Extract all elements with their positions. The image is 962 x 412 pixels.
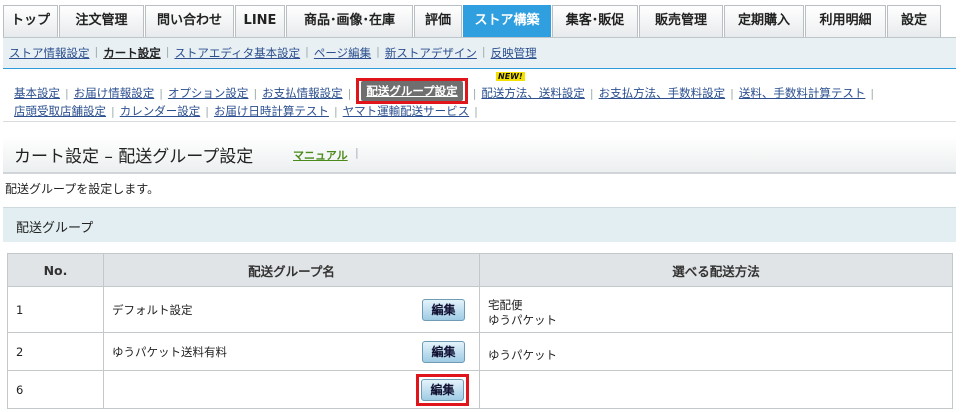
delivery-method: 宅配便	[488, 298, 523, 312]
section-header: 配送グループ	[3, 207, 956, 242]
edit-button[interactable]: 編集	[422, 340, 465, 363]
tab-1[interactable]: 注文管理	[59, 5, 144, 37]
active-link-highlight: 配送グループ設定	[356, 78, 468, 104]
table-row: 1 デフォルト設定 編集 宅配便 ゆうパケット	[7, 286, 953, 333]
cart-link-separator: |	[333, 104, 338, 118]
tab-10[interactable]: 利用明細	[805, 5, 886, 37]
cart-link-2[interactable]: オプション設定	[168, 85, 249, 101]
page-description: 配送グループを設定します。	[5, 182, 160, 196]
tab-9[interactable]: 定期購入	[724, 5, 804, 37]
cart-link-3[interactable]: お支払情報設定	[262, 85, 343, 101]
cart-link-separator: |	[347, 86, 352, 100]
cart-link-separator: |	[474, 104, 478, 118]
cart-link-0[interactable]: 基本設定	[14, 85, 60, 101]
edit-button[interactable]: 編集	[421, 378, 464, 401]
group-name-cell: ゆうパケット送料有料 編集	[103, 332, 480, 371]
cart-link-separator: |	[870, 86, 875, 100]
tab-5[interactable]: 評価	[414, 5, 462, 37]
methods-cell: 宅配便 ゆうパケット	[479, 286, 953, 333]
page-title: カート設定 – 配送グループ設定	[14, 147, 254, 167]
edit-button-highlight: 編集	[416, 373, 469, 406]
table-header-row: No. 配送グループ名 選べる配送方法	[7, 253, 953, 287]
sub-navigation: ストア情報設定 | カート設定 | ストアエディタ基本設定 | ページ編集 | 新ストアデザイン…	[3, 37, 956, 69]
tab-3[interactable]: LINE	[235, 5, 285, 37]
group-name: ゆうパケット送料有料	[112, 344, 227, 359]
group-name: デフォルト設定	[112, 302, 193, 317]
tab-11[interactable]: 設定	[887, 5, 941, 37]
cart-link-1[interactable]: お届け情報設定	[74, 85, 155, 101]
cart-link-separator: |	[65, 86, 69, 100]
section-title: 配送グループ	[16, 221, 94, 236]
cart-link-5[interactable]: 配送方法、送料設定	[481, 85, 585, 101]
subnav-separator: |	[94, 45, 99, 58]
tab-4[interactable]: 商品･画像･在庫	[286, 5, 413, 37]
delivery-method: ゆうパケット	[488, 347, 557, 362]
cart-link-3[interactable]: ヤマト運輸配送サービス	[343, 103, 470, 119]
cart-link-2[interactable]: お届け日時計算テスト	[214, 103, 329, 119]
cart-link-active[interactable]: 配送グループ設定	[361, 81, 463, 101]
tab-0[interactable]: トップ	[3, 5, 58, 37]
subnav-separator: |	[165, 45, 170, 58]
tab-8[interactable]: 販売管理	[639, 5, 723, 37]
subnav-separator: |	[305, 45, 309, 58]
row-number: 6	[7, 370, 104, 409]
subnav-separator: |	[481, 45, 486, 58]
manual-link[interactable]: マニュアル	[293, 147, 348, 163]
subnav-item-1[interactable]: カート設定	[103, 45, 161, 61]
cart-link-separator: |	[589, 86, 594, 100]
cart-link-separator: |	[730, 86, 734, 100]
main-tabs: トップ 注文管理 問い合わせ LINE 商品･画像･在庫 評価 ストア構築 集客･販促 販売管理…	[3, 5, 960, 37]
title-separator: |	[355, 146, 359, 159]
methods-cell	[479, 370, 953, 409]
col-header-name: 配送グループ名	[103, 253, 480, 287]
group-name-cell: 編集	[103, 370, 480, 409]
tab-7[interactable]: 集客･販促	[552, 5, 638, 37]
cart-link-0[interactable]: 店頭受取店舗設定	[14, 103, 106, 119]
subnav-item-0[interactable]: ストア情報設定	[9, 45, 90, 61]
subnav-item-2[interactable]: ストアエディタ基本設定	[174, 45, 300, 61]
page-title-bar: カート設定 – 配送グループ設定 マニュアル |	[3, 136, 956, 174]
table-row: 2 ゆうパケット送料有料 編集 ゆうパケット	[7, 332, 953, 371]
methods-cell: ゆうパケット	[479, 332, 953, 371]
cart-link-1[interactable]: カレンダー設定	[120, 103, 201, 119]
edit-button[interactable]: 編集	[422, 298, 465, 321]
subnav-item-5[interactable]: 反映管理	[491, 45, 537, 61]
cart-link-7[interactable]: 送料、手数料計算テスト	[739, 85, 866, 101]
delivery-group-table: No. 配送グループ名 選べる配送方法 1 デフォルト設定 編集 宅配便 ゆうパケット 2…	[7, 253, 953, 409]
cart-link-separator: |	[159, 86, 163, 100]
cart-link-separator: |	[253, 86, 258, 100]
subnav-item-3[interactable]: ページ編集	[314, 45, 371, 61]
subnav-item-4[interactable]: 新ストアデザイン	[385, 45, 477, 61]
delivery-method: ゆうパケット	[488, 313, 557, 327]
tab-2[interactable]: 問い合わせ	[145, 5, 234, 37]
subnav-separator: |	[376, 45, 380, 58]
new-badge: NEW!	[496, 72, 525, 81]
cart-link-separator: |	[472, 86, 477, 100]
group-name-cell: デフォルト設定 編集	[103, 286, 480, 333]
cart-link-separator: |	[111, 104, 115, 118]
row-number: 1	[7, 286, 104, 333]
row-number: 2	[7, 332, 104, 371]
cart-link-separator: |	[205, 104, 209, 118]
col-header-no: No.	[7, 253, 104, 287]
table-row: 6 編集	[7, 370, 953, 409]
cart-settings-nav: 基本設定 | お届け情報設定 | オプション設定 | お支払情報設定 | 配送グループ設定 | 配送…	[3, 69, 956, 122]
col-header-methods: 選べる配送方法	[479, 253, 953, 287]
cart-link-6[interactable]: お支払方法、手数料設定	[599, 85, 726, 101]
tab-6[interactable]: ストア構築	[463, 5, 551, 37]
